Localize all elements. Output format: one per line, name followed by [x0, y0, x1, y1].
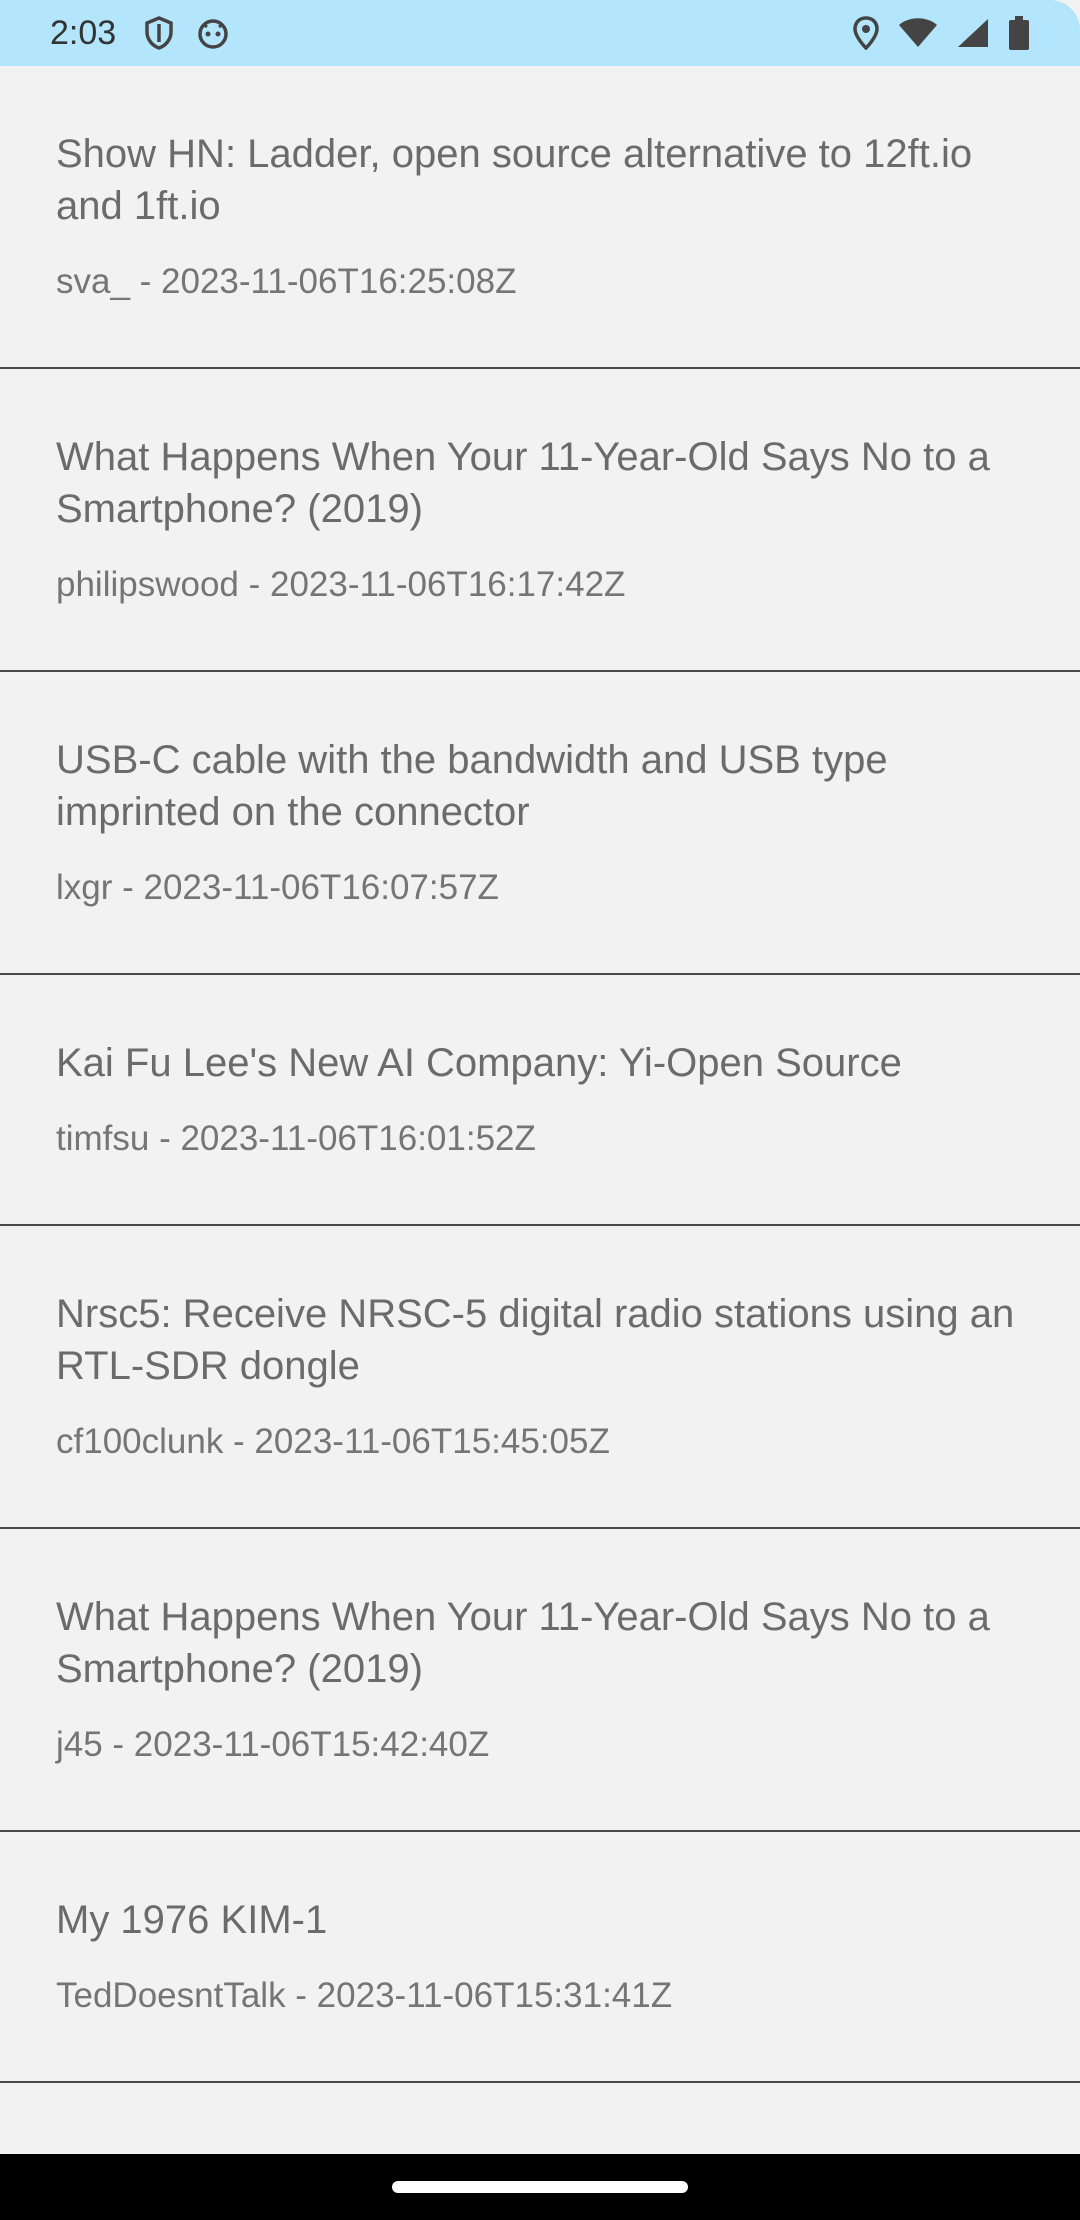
- story-meta: sva_ - 2023-11-06T16:25:08Z: [56, 262, 517, 301]
- story-title: Nrsc5: Receive NRSC-5 digital radio stat…: [56, 1292, 1015, 1388]
- story-meta: cf100clunk - 2023-11-06T15:45:05Z: [56, 1422, 610, 1461]
- home-indicator[interactable]: [392, 2181, 688, 2193]
- story-title: My 1976 KIM-1: [56, 1898, 328, 1942]
- wifi-icon: [898, 17, 938, 49]
- android-face-icon: [196, 16, 230, 50]
- story-item[interactable]: My 1976 KIM-1 TedDoesntTalk - 2023-11-06…: [0, 1832, 1080, 2083]
- story-title: Kai Fu Lee's New AI Company: Yi-Open Sou…: [56, 1041, 902, 1085]
- story-item[interactable]: What Happens When Your 11-Year-Old Says …: [0, 1529, 1080, 1832]
- signal-icon: [956, 17, 990, 49]
- story-item[interactable]: Show HN: Ladder, open source alternative…: [0, 66, 1080, 369]
- status-left-group: 2:03: [50, 14, 230, 53]
- story-item[interactable]: What Happens When Your 11-Year-Old Says …: [0, 369, 1080, 672]
- location-icon: [852, 16, 880, 50]
- story-meta: timfsu - 2023-11-06T16:01:52Z: [56, 1119, 536, 1158]
- story-item[interactable]: USB-C cable with the bandwidth and USB t…: [0, 672, 1080, 975]
- status-time: 2:03: [50, 13, 117, 52]
- story-title: What Happens When Your 11-Year-Old Says …: [56, 1595, 990, 1691]
- story-item[interactable]: Nrsc5: Receive NRSC-5 digital radio stat…: [0, 1226, 1080, 1529]
- story-title: USB-C cable with the bandwidth and USB t…: [56, 738, 888, 834]
- status-bar: 2:03: [0, 0, 1080, 66]
- status-right-group: [852, 16, 1030, 50]
- story-meta: philipswood - 2023-11-06T16:17:42Z: [56, 565, 626, 604]
- story-meta: lxgr - 2023-11-06T16:07:57Z: [56, 868, 499, 907]
- story-list[interactable]: Show HN: Ladder, open source alternative…: [0, 66, 1080, 2154]
- story-meta: TedDoesntTalk - 2023-11-06T15:31:41Z: [56, 1976, 673, 2015]
- battery-icon: [1008, 16, 1030, 50]
- story-title: What Happens When Your 11-Year-Old Says …: [56, 435, 990, 531]
- story-title: Show HN: Ladder, open source alternative…: [56, 132, 973, 228]
- story-item[interactable]: Kai Fu Lee's New AI Company: Yi-Open Sou…: [0, 975, 1080, 1226]
- navigation-bar: [0, 2154, 1080, 2220]
- story-meta: j45 - 2023-11-06T15:42:40Z: [56, 1725, 490, 1764]
- shield-icon: [144, 16, 174, 50]
